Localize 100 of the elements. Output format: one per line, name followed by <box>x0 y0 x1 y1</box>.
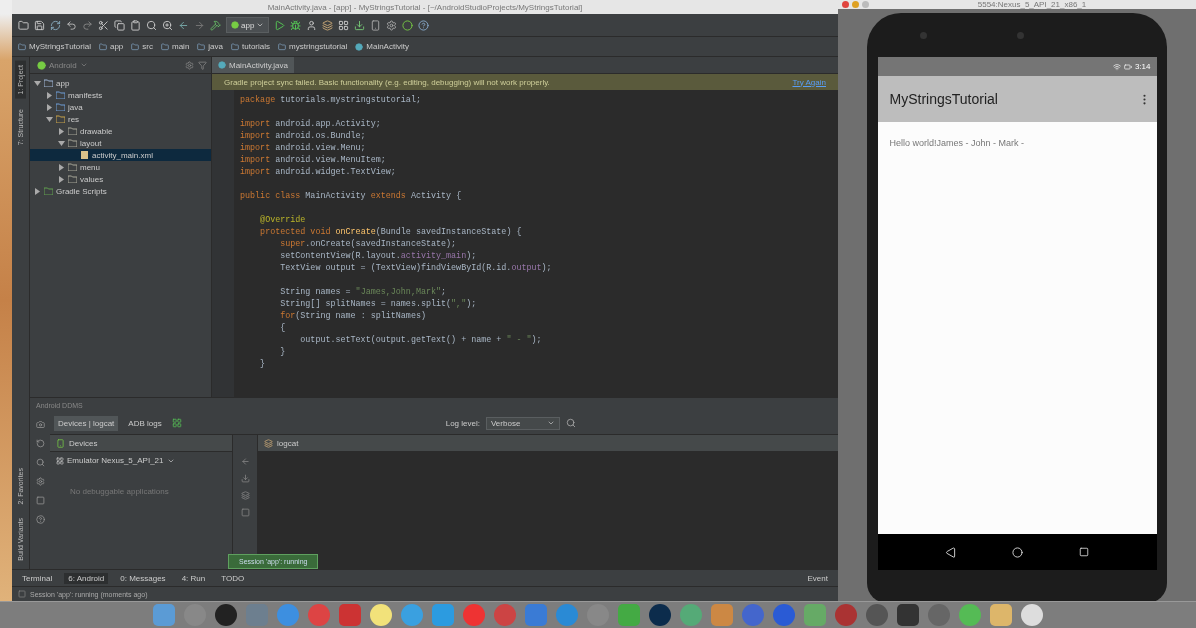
person-icon[interactable] <box>306 19 318 31</box>
help-icon[interactable] <box>35 515 45 524</box>
folder-icon[interactable] <box>18 19 29 31</box>
editor-tab[interactable]: MainActivity.java <box>212 57 294 73</box>
ddms-tab[interactable]: Devices | logcat <box>54 415 119 431</box>
app-icon[interactable] <box>649 604 671 626</box>
layers-icon[interactable] <box>240 491 250 500</box>
tree-item[interactable]: activity_main.xml <box>30 149 211 161</box>
back-icon[interactable] <box>945 546 957 558</box>
caret-icon <box>256 21 265 29</box>
tree-item[interactable]: values <box>30 173 211 185</box>
ddms-tab[interactable]: ADB logs <box>124 415 166 431</box>
forward-arrow-icon[interactable] <box>194 19 205 31</box>
settings-icon[interactable] <box>386 19 398 31</box>
code-line: output.setText(output.getText() + name + " - "); <box>299 334 543 346</box>
breadcrumb[interactable]: tutorials <box>231 42 271 51</box>
grid-icon[interactable] <box>338 19 350 31</box>
clipboard-icon[interactable] <box>130 19 141 31</box>
collapsed-arrow-icon[interactable] <box>58 127 65 135</box>
save-icon[interactable] <box>34 19 45 31</box>
stop-icon[interactable] <box>35 496 45 505</box>
tool-window-tab[interactable]: 0: Messages <box>116 572 170 584</box>
app-icon[interactable] <box>215 604 237 626</box>
hammer-icon[interactable] <box>210 19 221 31</box>
folder-icon <box>18 42 26 51</box>
event-log-tab[interactable]: Event <box>803 572 832 584</box>
home-icon[interactable] <box>1012 546 1023 558</box>
search-icon[interactable] <box>146 19 157 31</box>
app-icon[interactable] <box>897 604 919 626</box>
code-line: import android.app.Activity; <box>240 118 382 130</box>
sensor-icon <box>920 31 927 39</box>
app-icon[interactable] <box>370 604 392 626</box>
search-icon[interactable] <box>565 418 576 428</box>
close-icon[interactable] <box>842 1 849 8</box>
breadcrumb-label: tutorials <box>242 42 271 51</box>
stop-icon[interactable] <box>240 508 250 517</box>
folder-icon <box>197 42 206 51</box>
class-icon <box>218 61 226 69</box>
run-config-dropdown[interactable]: app <box>226 17 270 33</box>
app-icon[interactable] <box>866 604 888 626</box>
layers-icon[interactable] <box>322 19 334 31</box>
undo-icon[interactable] <box>66 19 77 31</box>
code-line: package tutorials.mystringstutorial; <box>240 94 422 106</box>
tree-item[interactable]: menu <box>30 161 211 173</box>
tree-item[interactable]: res <box>30 113 211 125</box>
expanded-arrow-icon[interactable] <box>58 139 65 147</box>
breadcrumb[interactable]: MyStringsTutorial <box>18 42 91 51</box>
settings-icon[interactable] <box>185 60 194 70</box>
tree-item[interactable]: java <box>30 101 211 113</box>
code-line: String names = "James,John,Mark"; <box>279 286 448 298</box>
tool-window-tab[interactable]: Terminal <box>18 572 57 584</box>
app-icon[interactable] <box>990 604 1012 626</box>
breadcrumb[interactable]: app <box>98 42 124 51</box>
breadcrumb[interactable]: MainActivity <box>355 42 409 51</box>
up-arrow-icon[interactable] <box>240 457 250 466</box>
bug-icon[interactable] <box>290 19 302 31</box>
tree-item[interactable]: layout <box>30 137 211 149</box>
collapse-icon[interactable] <box>198 60 207 70</box>
breadcrumb-label: app <box>109 42 124 51</box>
app-icon[interactable] <box>1021 604 1043 626</box>
tool-window-tab[interactable]: TODO <box>217 572 249 584</box>
recents-icon[interactable] <box>1078 547 1089 557</box>
tool-window-tab[interactable]: 4: Run <box>177 572 210 584</box>
zoom-icon[interactable] <box>162 19 173 31</box>
breadcrumb[interactable]: java <box>197 42 223 51</box>
tree-item[interactable]: manifests <box>30 89 211 101</box>
search-icon[interactable] <box>35 458 45 467</box>
expanded-arrow-icon[interactable] <box>34 79 41 87</box>
camera-icon[interactable] <box>35 420 45 429</box>
breadcrumb[interactable]: mystringstutorial <box>278 42 348 51</box>
help-icon[interactable] <box>418 19 430 31</box>
minimize-icon[interactable] <box>852 1 859 8</box>
code-line: TextView output = (TextView)findViewById(R.id.output); <box>279 262 553 274</box>
tool-window-tab[interactable]: 6: Android <box>64 572 109 584</box>
device-dropdown[interactable]: Emulator Nexus_5_API_21 <box>56 456 226 465</box>
square-icon[interactable] <box>18 590 26 598</box>
expanded-arrow-icon[interactable] <box>46 115 53 123</box>
restart-icon[interactable] <box>35 439 45 448</box>
code-line: @Override <box>259 214 307 226</box>
back-arrow-icon[interactable] <box>178 19 189 31</box>
play-icon[interactable] <box>274 19 286 31</box>
collapsed-arrow-icon[interactable] <box>34 187 41 195</box>
copy-icon[interactable] <box>114 19 125 31</box>
refresh-icon[interactable] <box>50 19 61 31</box>
app-icon[interactable] <box>959 604 981 626</box>
download-icon[interactable] <box>354 19 366 31</box>
download-icon[interactable] <box>240 474 250 483</box>
redo-icon[interactable] <box>82 19 93 31</box>
tree-item[interactable]: Gradle Scripts <box>30 185 211 197</box>
log-level-dropdown[interactable]: Verbose <box>485 416 560 430</box>
breadcrumb[interactable]: main <box>161 42 190 51</box>
tree-item[interactable]: app <box>30 77 211 89</box>
phone-icon[interactable] <box>370 19 382 31</box>
battery-icon <box>1123 62 1132 71</box>
breadcrumb[interactable]: src <box>131 42 153 51</box>
tree-item[interactable]: drawable <box>30 125 211 137</box>
settings-icon[interactable] <box>35 477 45 486</box>
folder-icon <box>278 42 287 51</box>
scissors-icon[interactable] <box>98 19 109 31</box>
class-icon <box>355 42 364 51</box>
